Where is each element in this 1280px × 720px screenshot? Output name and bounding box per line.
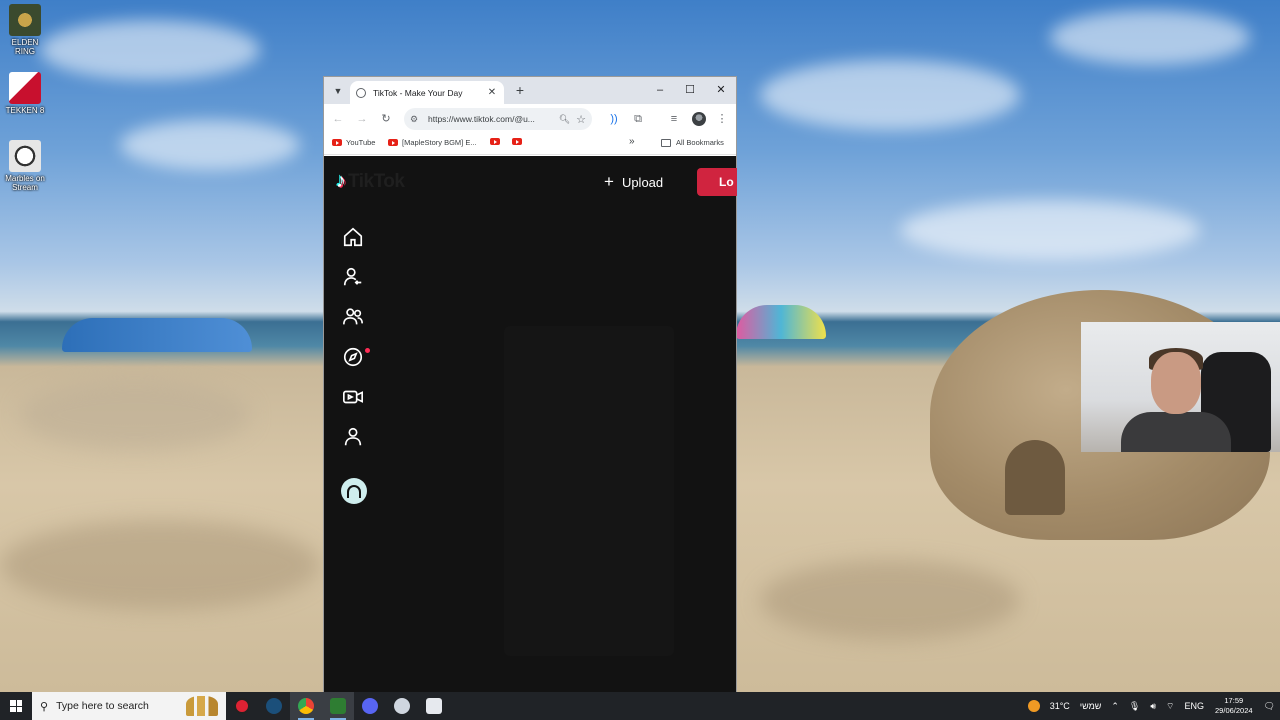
zoom-icon[interactable]: 🔍︎: [559, 114, 570, 125]
network-icon[interactable]: ⌔: [1166, 701, 1174, 712]
circle-app-icon: [234, 698, 250, 714]
youtube-icon: [512, 138, 522, 145]
audio-icon[interactable]: )): [606, 111, 622, 127]
weather-icon[interactable]: [1027, 700, 1040, 712]
url-text[interactable]: https://www.tiktok.com/@u...: [428, 114, 556, 124]
forward-icon[interactable]: →: [354, 111, 370, 127]
media-control-icon[interactable]: ≡: [666, 111, 682, 127]
back-icon[interactable]: ←: [330, 111, 346, 127]
taskbar-app-4[interactable]: [418, 692, 450, 720]
windows-icon: [10, 700, 22, 712]
tekken-icon: [9, 72, 41, 104]
upload-button[interactable]: + Upload: [594, 168, 673, 196]
minimize-button[interactable]: –: [646, 81, 674, 99]
desktop-icon-elden-ring[interactable]: ELDEN RING: [4, 4, 46, 56]
bookmarks-bar: YouTube [MapleStory BGM] E... » All Book…: [324, 134, 736, 155]
volume-icon[interactable]: 🔊︎: [1150, 701, 1156, 712]
globe-icon: [356, 87, 366, 98]
taskbar-app-1[interactable]: [226, 692, 258, 720]
plus-icon: +: [604, 172, 614, 191]
account-avatar[interactable]: [341, 478, 367, 504]
search-highlight-image: [186, 696, 218, 716]
chevron-up-icon[interactable]: ⌃: [1111, 701, 1119, 712]
more-bookmarks-button[interactable]: »: [629, 136, 635, 147]
address-bar[interactable]: ⚙ https://www.tiktok.com/@u... 🔍︎ ☆: [404, 108, 592, 130]
desktop-icon-tekken[interactable]: TEKKEN 8: [4, 72, 46, 115]
discord-icon: [362, 698, 378, 714]
video-placeholder: [504, 326, 674, 656]
app-icon: [426, 698, 442, 714]
new-tab-button[interactable]: +: [512, 82, 528, 98]
start-button[interactable]: [0, 692, 32, 720]
tiktok-page: ♪ TikTok + Upload Lo: [324, 156, 737, 693]
app-icon: [330, 698, 346, 714]
close-tab-icon[interactable]: ✕: [486, 87, 498, 98]
folder-icon: [661, 138, 671, 147]
taskbar-search[interactable]: ⚲ Type here to search: [32, 692, 226, 720]
browser-toolbar: ← → ↻ ⚙ https://www.tiktok.com/@u... 🔍︎ …: [324, 104, 736, 134]
all-bookmarks-button[interactable]: All Bookmarks: [661, 138, 724, 147]
login-button[interactable]: Lo: [697, 168, 737, 196]
tab-tiktok[interactable]: TikTok - Make Your Day ✕: [350, 81, 504, 104]
weather-temp[interactable]: 31°C: [1050, 701, 1070, 711]
chrome-icon: [298, 698, 314, 714]
youtube-icon: [332, 139, 342, 146]
profile-avatar-icon[interactable]: [692, 112, 706, 126]
notification-dot: [365, 348, 370, 353]
bookmark-maplestory[interactable]: [MapleStory BGM] E...: [388, 138, 477, 147]
reload-icon[interactable]: ↻: [378, 111, 394, 127]
tab-strip: ▼ TikTok - Make Your Day ✕ + – ☐ ✕: [324, 77, 736, 104]
taskbar-app-3[interactable]: [386, 692, 418, 720]
youtube-icon: [388, 139, 398, 146]
site-info-icon[interactable]: ⚙: [410, 114, 424, 125]
language-indicator[interactable]: ENG: [1185, 701, 1205, 711]
beach-umbrella: [62, 318, 252, 352]
tiktok-note-icon: ♪: [336, 170, 346, 192]
home-icon[interactable]: [342, 226, 364, 248]
taskbar-steam[interactable]: [258, 692, 290, 720]
tab-title: TikTok - Make Your Day: [373, 87, 463, 98]
menu-icon[interactable]: ⋮: [714, 111, 730, 127]
clock[interactable]: 17:59 29/06/2024: [1215, 696, 1253, 716]
bookmark-youtube[interactable]: YouTube: [332, 138, 375, 147]
taskbar-discord[interactable]: [354, 692, 386, 720]
taskbar: ⚲ Type here to search 31°C שמשי ⌃ 🎙︎ 🔊︎ …: [0, 692, 1280, 720]
marbles-icon: [9, 140, 41, 172]
steam-icon: [266, 698, 282, 714]
microphone-icon[interactable]: 🎙︎: [1129, 701, 1140, 712]
weather-desc[interactable]: שמשי: [1080, 701, 1102, 711]
friends-icon[interactable]: [342, 306, 364, 328]
tiktok-logo[interactable]: ♪ TikTok: [336, 170, 405, 193]
elden-ring-icon: [9, 4, 41, 36]
notifications-icon[interactable]: 🗨︎: [1264, 701, 1275, 712]
chevron-down-icon[interactable]: ▼: [330, 83, 346, 99]
taskbar-app-green[interactable]: [322, 692, 354, 720]
beach-umbrella: [736, 305, 826, 339]
extensions-icon[interactable]: ⧉: [630, 111, 646, 127]
desktop-icon-marbles[interactable]: Marbles on Stream: [4, 140, 46, 192]
taskbar-chrome[interactable]: [290, 692, 322, 720]
following-icon[interactable]: [342, 266, 364, 288]
explore-icon[interactable]: [342, 346, 364, 368]
bookmark-youtube-3[interactable]: [512, 138, 526, 145]
browser-window: ▼ TikTok - Make Your Day ✕ + – ☐ ✕ ← → ↻…: [323, 76, 737, 693]
bookmark-youtube-2[interactable]: [490, 138, 504, 145]
youtube-icon: [490, 138, 500, 145]
maximize-button[interactable]: ☐: [676, 81, 704, 99]
close-window-button[interactable]: ✕: [707, 81, 735, 99]
search-icon: ⚲: [40, 700, 49, 713]
system-tray: 31°C שמשי ⌃ 🎙︎ 🔊︎ ⌔ ENG 17:59 29/06/2024…: [1023, 692, 1280, 720]
live-icon[interactable]: [342, 386, 364, 408]
bookmark-star-icon[interactable]: ☆: [576, 113, 586, 126]
webcam-overlay: [1081, 322, 1280, 452]
profile-icon[interactable]: [342, 426, 364, 448]
app-icon: [394, 698, 410, 714]
